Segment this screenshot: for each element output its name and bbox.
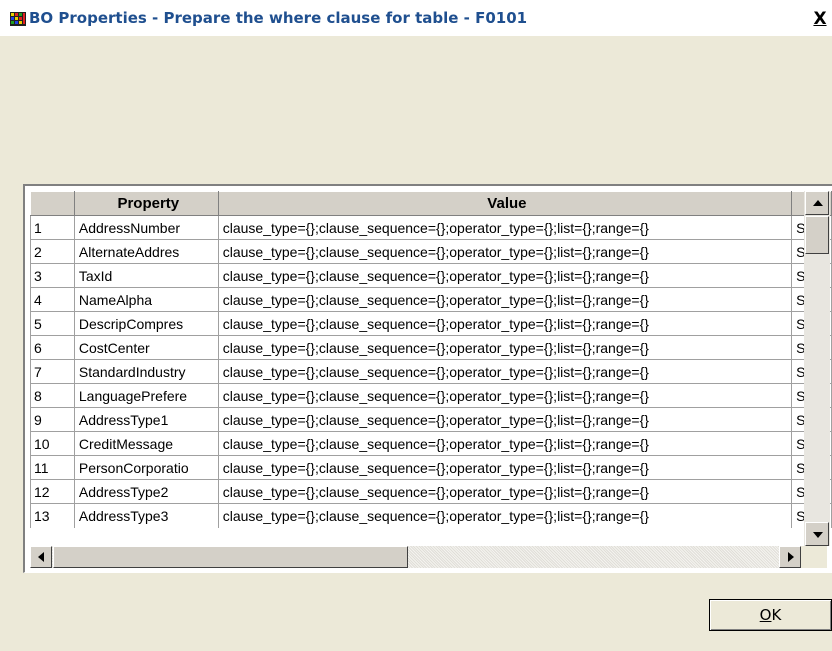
row-number-cell[interactable]: 8 (30, 383, 75, 408)
value-cell[interactable]: clause_type={};clause_sequence={};operat… (217, 383, 793, 408)
value-cell[interactable]: clause_type={};clause_sequence={};operat… (217, 359, 793, 384)
value-cell[interactable]: clause_type={};clause_sequence={};operat… (217, 215, 793, 240)
title-bar: BO Properties - Prepare the where clause… (0, 0, 832, 36)
row-number-cell[interactable]: 13 (30, 503, 75, 528)
property-cell[interactable]: DescripCompres (73, 311, 219, 336)
table-row[interactable]: 12 AddressType2 clause_type={};clause_sequ… (30, 479, 832, 504)
horizontal-scroll-thumb[interactable] (53, 546, 408, 568)
scroll-up-button[interactable] (805, 191, 829, 215)
arrow-down-icon (813, 532, 823, 538)
vertical-scroll-thumb[interactable] (805, 216, 829, 254)
row-number-cell[interactable]: 5 (30, 311, 75, 336)
scroll-down-button[interactable] (805, 522, 829, 546)
table-row[interactable]: 9 AddressType1 clause_type={};clause_seque… (30, 407, 832, 432)
property-cell[interactable]: PersonCorporatio (73, 455, 219, 480)
table-row[interactable]: 6 CostCenter clause_type={};clause_sequenc… (30, 335, 832, 360)
column-header-value[interactable]: Value (217, 191, 793, 216)
value-cell[interactable]: clause_type={};clause_sequence={};operat… (217, 431, 793, 456)
property-cell[interactable]: TaxId (73, 263, 219, 288)
property-cell[interactable]: StandardIndustry (73, 359, 219, 384)
property-cell[interactable]: AlternateAddres (73, 239, 219, 264)
row-number-cell[interactable]: 10 (30, 431, 75, 456)
app-grid-icon (10, 12, 26, 26)
value-cell[interactable]: clause_type={};clause_sequence={};operat… (217, 311, 793, 336)
property-cell[interactable]: AddressType1 (73, 407, 219, 432)
property-cell[interactable]: CreditMessage (73, 431, 219, 456)
value-cell[interactable]: clause_type={};clause_sequence={};operat… (217, 263, 793, 288)
scroll-right-button[interactable] (779, 546, 801, 568)
close-button[interactable]: X (812, 10, 828, 28)
row-number-cell[interactable]: 2 (30, 239, 75, 264)
row-number-cell[interactable]: 11 (30, 455, 75, 480)
table-row[interactable]: 2 AlternateAddres clause_type={};clause_se… (30, 239, 832, 264)
value-cell[interactable]: clause_type={};clause_sequence={};operat… (217, 335, 793, 360)
row-number-cell[interactable]: 1 (30, 215, 75, 240)
row-number-cell[interactable]: 9 (30, 407, 75, 432)
ok-button[interactable]: OK (709, 599, 832, 631)
properties-grid: Property Value 1 AddressNumber clause_type… (23, 184, 832, 573)
horizontal-scrollbar[interactable] (30, 546, 801, 568)
arrow-left-icon (38, 552, 44, 562)
row-number-cell[interactable]: 4 (30, 287, 75, 312)
column-header-property[interactable]: Property (73, 191, 219, 216)
arrow-up-icon (813, 200, 823, 206)
corner-header (30, 191, 75, 216)
row-number-cell[interactable]: 7 (30, 359, 75, 384)
table-row[interactable]: 11 PersonCorporatio clause_type={};clause_… (30, 455, 832, 480)
property-cell[interactable]: AddressType2 (73, 479, 219, 504)
property-cell[interactable]: CostCenter (73, 335, 219, 360)
window-title: BO Properties - Prepare the where clause… (29, 9, 528, 27)
property-cell[interactable]: AddressType3 (73, 503, 219, 528)
ok-label-rest: K (771, 606, 782, 624)
value-cell[interactable]: clause_type={};clause_sequence={};operat… (217, 287, 793, 312)
table-row[interactable]: 7 StandardIndustry clause_type={};clause_s… (30, 359, 832, 384)
value-cell[interactable]: clause_type={};clause_sequence={};operat… (217, 503, 793, 528)
value-cell[interactable]: clause_type={};clause_sequence={};operat… (217, 479, 793, 504)
vertical-scrollbar[interactable] (804, 191, 830, 546)
row-number-cell[interactable]: 3 (30, 263, 75, 288)
scrollbar-corner (801, 546, 827, 568)
ok-mnemonic: O (759, 606, 772, 624)
grid-viewport: Property Value 1 AddressNumber clause_type… (30, 191, 832, 546)
row-number-cell[interactable]: 12 (30, 479, 75, 504)
table-row[interactable]: 1 AddressNumber clause_type={};clause_sequ… (30, 215, 832, 240)
table-row[interactable]: 3 TaxId clause_type={};clause_sequence={};… (30, 263, 832, 288)
value-cell[interactable]: clause_type={};clause_sequence={};operat… (217, 455, 793, 480)
row-number-cell[interactable]: 6 (30, 335, 75, 360)
table-row[interactable]: 8 LanguagePrefere clause_type={};clause_se… (30, 383, 832, 408)
table-row[interactable]: 10 CreditMessage clause_type={};clause_seq… (30, 431, 832, 456)
properties-table: Property Value 1 AddressNumber clause_type… (30, 191, 832, 528)
scroll-left-button[interactable] (30, 546, 52, 568)
value-cell[interactable]: clause_type={};clause_sequence={};operat… (217, 407, 793, 432)
arrow-right-icon (788, 552, 794, 562)
table-row[interactable]: 4 NameAlpha clause_type={};clause_sequence… (30, 287, 832, 312)
header-row: Property Value (30, 191, 832, 216)
table-row[interactable]: 5 DescripCompres clause_type={};clause_seq… (30, 311, 832, 336)
property-cell[interactable]: NameAlpha (73, 287, 219, 312)
property-cell[interactable]: AddressNumber (73, 215, 219, 240)
value-cell[interactable]: clause_type={};clause_sequence={};operat… (217, 239, 793, 264)
table-row[interactable]: 13 AddressType3 clause_type={};clause_sequ… (30, 503, 832, 528)
property-cell[interactable]: LanguagePrefere (73, 383, 219, 408)
